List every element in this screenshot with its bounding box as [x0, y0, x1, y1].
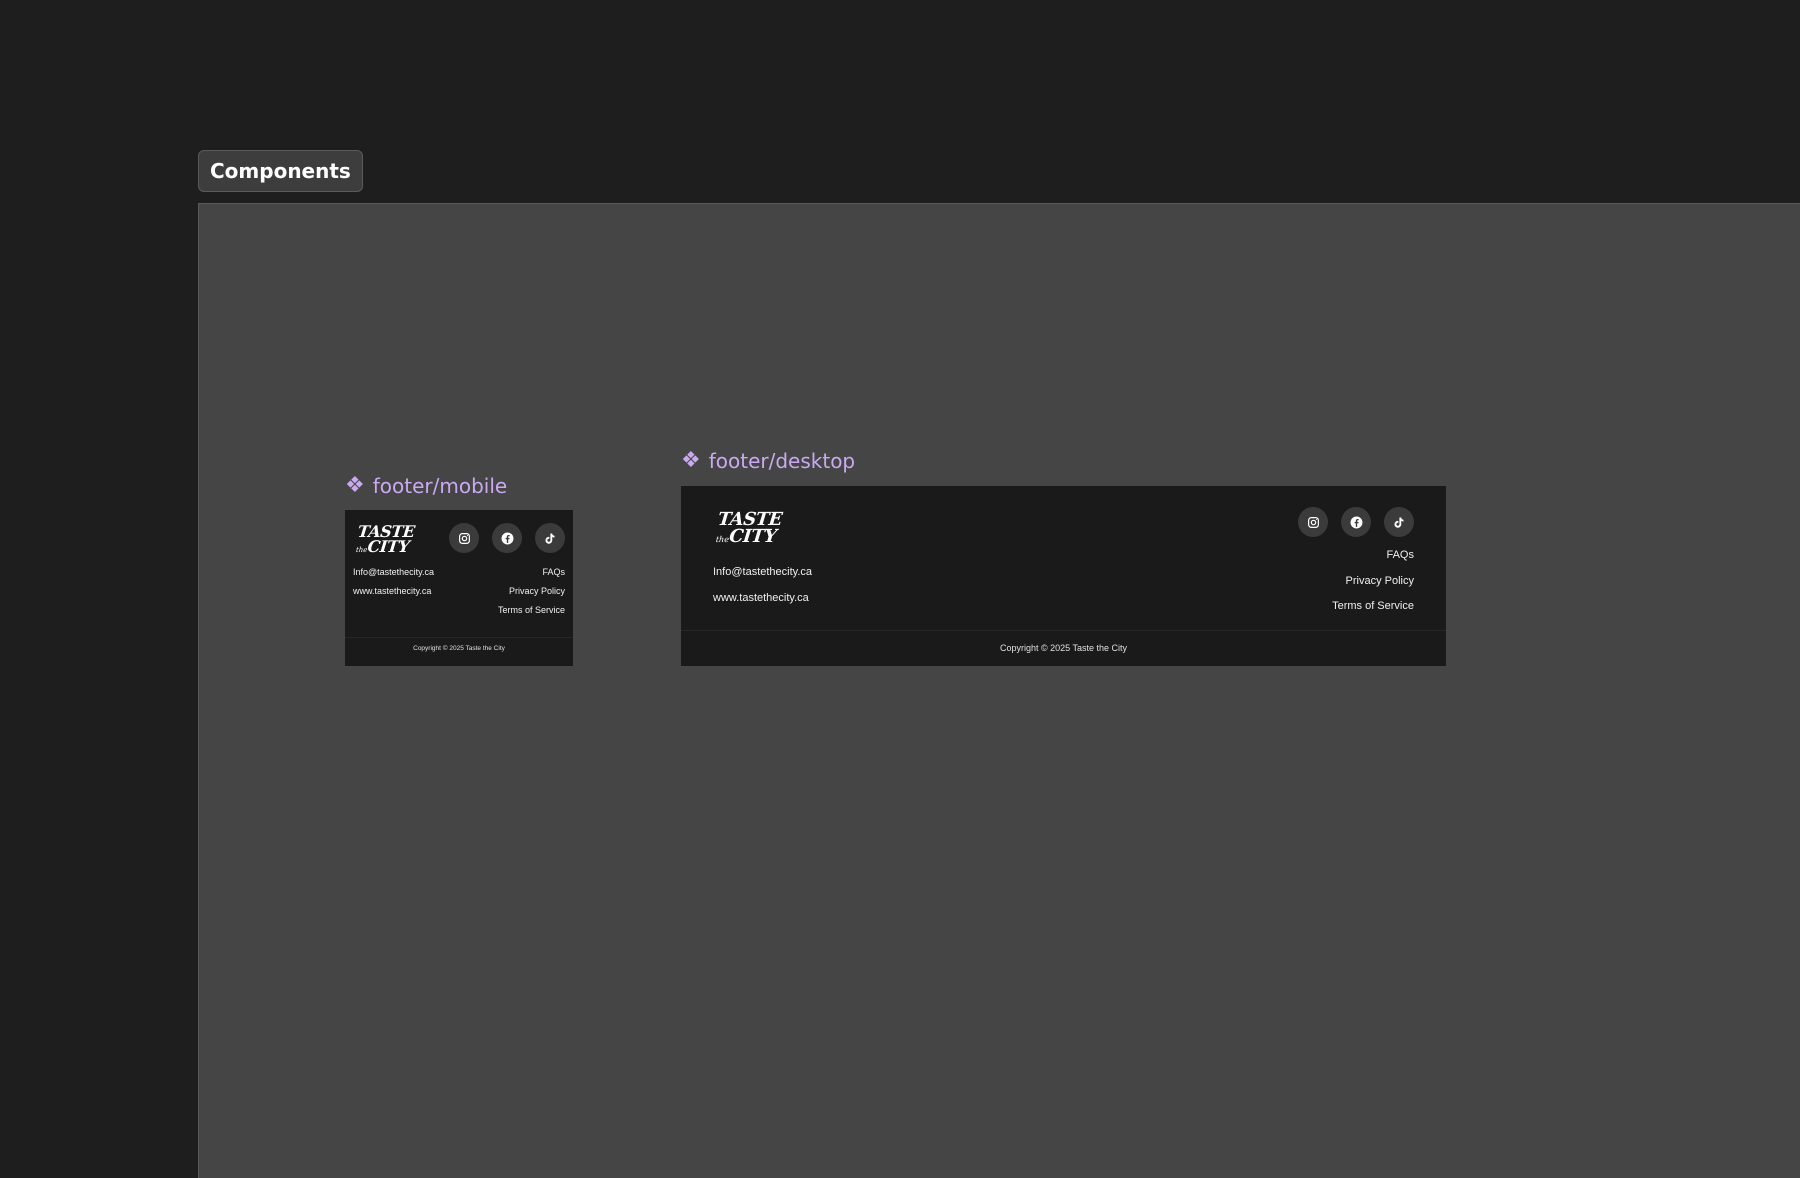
footer-mobile[interactable]: TASTE theCITY Info@tastethecity.ca www.t…	[345, 510, 573, 666]
instagram-icon	[1307, 516, 1319, 528]
facebook-icon	[1350, 516, 1362, 528]
facebook-button[interactable]	[492, 523, 522, 553]
footer-divider	[681, 630, 1446, 631]
tiktok-icon	[545, 533, 555, 544]
tiktok-button[interactable]	[1384, 507, 1414, 537]
components-section	[198, 203, 1800, 1178]
facebook-icon	[501, 532, 513, 544]
website-link[interactable]: www.tastethecity.ca	[353, 586, 434, 605]
logo-line-3: CITY	[728, 525, 778, 547]
section-label-components[interactable]: Components	[198, 150, 363, 192]
terms-of-service-link[interactable]: Terms of Service	[1332, 600, 1414, 626]
terms-of-service-link[interactable]: Terms of Service	[498, 605, 565, 624]
privacy-policy-link[interactable]: Privacy Policy	[1332, 575, 1414, 601]
instagram-icon	[458, 532, 470, 544]
instagram-button[interactable]	[449, 523, 479, 553]
email-link[interactable]: Info@tastethecity.ca	[713, 566, 812, 592]
social-links	[449, 523, 565, 553]
logo-line-3: CITY	[366, 536, 411, 556]
component-diamond-icon: ❖	[681, 448, 701, 473]
component-title-text: footer/mobile	[372, 474, 508, 498]
component-title-footer-desktop[interactable]: ❖ footer/desktop	[681, 449, 855, 473]
footer-links: FAQs Privacy Policy Terms of Service	[1332, 549, 1414, 626]
footer-links: FAQs Privacy Policy Terms of Service	[498, 567, 565, 624]
footer-desktop[interactable]: TASTE theCITY Info@tastethecity.ca www.t…	[681, 486, 1446, 666]
component-diamond-icon: ❖	[345, 473, 365, 498]
logo-line-2: the	[715, 534, 730, 544]
facebook-button[interactable]	[1341, 507, 1371, 537]
footer-divider	[345, 637, 573, 638]
email-link[interactable]: Info@tastethecity.ca	[353, 567, 434, 586]
social-links	[1298, 507, 1414, 537]
privacy-policy-link[interactable]: Privacy Policy	[498, 586, 565, 605]
instagram-button[interactable]	[1298, 507, 1328, 537]
taste-the-city-logo[interactable]: TASTE theCITY	[355, 522, 416, 556]
component-title-footer-mobile[interactable]: ❖ footer/mobile	[345, 474, 507, 498]
faqs-link[interactable]: FAQs	[1332, 549, 1414, 575]
contact-info: Info@tastethecity.ca www.tastethecity.ca	[353, 567, 434, 605]
taste-the-city-logo[interactable]: TASTE theCITY	[715, 509, 783, 547]
contact-info: Info@tastethecity.ca www.tastethecity.ca	[713, 566, 812, 618]
copyright-text: Copyright © 2025 Taste the City	[413, 645, 505, 652]
component-title-text: footer/desktop	[708, 449, 856, 473]
faqs-link[interactable]: FAQs	[498, 567, 565, 586]
tiktok-button[interactable]	[535, 523, 565, 553]
website-link[interactable]: www.tastethecity.ca	[713, 592, 812, 618]
tiktok-icon	[1394, 517, 1404, 528]
copyright-text: Copyright © 2025 Taste the City	[999, 643, 1128, 653]
